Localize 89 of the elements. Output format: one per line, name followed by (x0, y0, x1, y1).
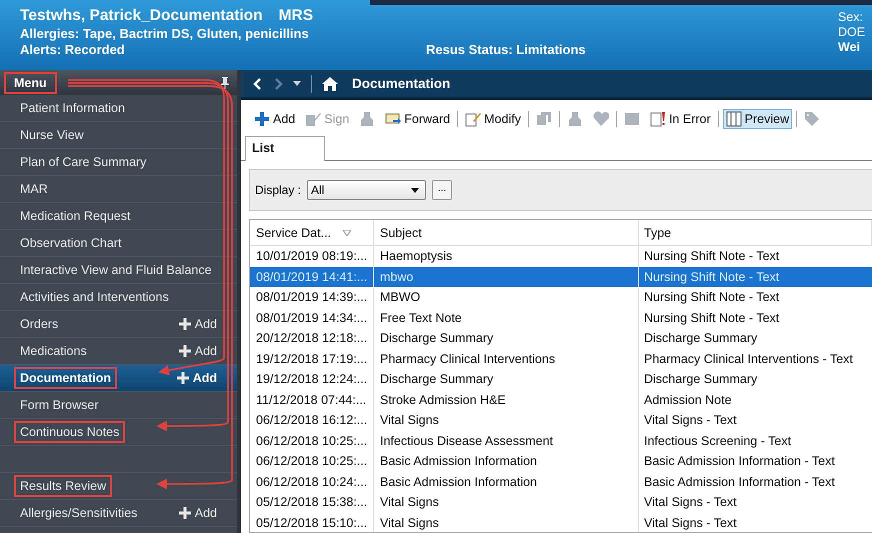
menu-item-label[interactable]: Medications (14, 340, 93, 362)
resus-status-text: Resus Status: Limitations (426, 42, 586, 57)
menu-item-label[interactable]: Documentation (14, 367, 117, 389)
menu-item-label[interactable]: Results Review (14, 475, 112, 497)
document-pen-icon (465, 111, 482, 127)
table-row[interactable]: 20/12/2018 12:18:... Discharge Summary Discharge Summary (250, 328, 872, 348)
patient-name: Testwhs, Patrick_Documentation (20, 7, 263, 24)
column-header[interactable]: Subject (374, 220, 639, 245)
unit-label: MRS (278, 7, 314, 24)
back-icon[interactable] (253, 78, 263, 90)
table-row[interactable]: 05/12/2018 15:10:... Vital Signs Vital Signs - Text (250, 512, 872, 532)
table-row[interactable]: 08/01/2019 14:34:... Free Text Note Nursing Shift Note - Text (250, 308, 872, 328)
table-row[interactable]: 06/12/2018 10:24:... Basic Admission Information Basic Admission Information - Text (250, 472, 872, 492)
sort-icon[interactable] (343, 230, 352, 236)
list-tab[interactable]: List (245, 136, 326, 161)
table-row[interactable]: 08/01/2019 14:39:... MBWO Nursing Shift Note - Text (250, 287, 872, 308)
menu-item[interactable]: Nurse View (0, 122, 237, 149)
menu-item[interactable]: Plan of Care Summary (0, 149, 237, 176)
menu-item[interactable]: MAR (0, 176, 237, 203)
menu-item-label[interactable]: Continuous Notes (14, 421, 126, 443)
dropdown-icon[interactable] (293, 81, 301, 86)
menu-item[interactable]: Orders Add (0, 311, 237, 338)
forward-icon[interactable] (273, 78, 283, 90)
plus-icon[interactable] (178, 507, 191, 519)
document-exclamation-icon (650, 111, 666, 127)
table-row[interactable]: 11/12/2018 07:44:... Stroke Admission H&E Admission Note (250, 390, 872, 410)
menu-item-label[interactable]: Plan of Care Summary (14, 151, 152, 173)
menu-item-label[interactable]: Medication Request (14, 205, 136, 227)
toolbar-button[interactable]: Forward (382, 109, 454, 129)
display-label: Display : (255, 183, 302, 197)
menu-item-label[interactable]: Patient Information (14, 97, 131, 119)
table-row[interactable]: 19/12/2018 12:24:... Discharge Summary Discharge Summary (250, 369, 872, 390)
column-header[interactable]: Service Dat... (250, 220, 374, 245)
toolbar-button[interactable]: In Error (646, 109, 714, 129)
plus-icon (254, 111, 270, 127)
square-icon (624, 111, 640, 127)
menu-item-label[interactable]: Interactive View and Fluid Balance (14, 259, 218, 281)
table-row[interactable]: 06/12/2018 10:25:... Basic Admission Information Basic Admission Information - Text (250, 451, 872, 472)
alerts-text: Alerts: Recorded (20, 42, 126, 57)
menu-title: Menu (4, 72, 57, 94)
tag-icon (804, 111, 820, 127)
home-icon[interactable] (322, 76, 338, 90)
banner-label: DOE (838, 25, 866, 39)
table-row[interactable]: 05/12/2018 15:38:... Vital Signs Vital Signs - Text (250, 492, 872, 512)
menu-item-label[interactable]: Allergies/Sensitivities (14, 502, 144, 524)
menu-item[interactable]: Results Review (0, 473, 237, 500)
documents-icon (536, 111, 552, 127)
envelope-arrow-icon (385, 111, 402, 127)
banner-label: Sex: (838, 10, 864, 24)
menu-item-label[interactable]: Nurse View (14, 124, 90, 146)
add-link[interactable]: Add (192, 371, 217, 385)
menu-item-label[interactable]: Form Browser (14, 394, 104, 416)
table-row[interactable]: 06/12/2018 10:25:... Infectious Disease Assessment Infectious Screening - Text (250, 430, 872, 451)
menu-item[interactable]: Observation Chart (0, 230, 237, 257)
table-row[interactable]: 08/01/2019 14:41:... mbwo Nursing Shift Note - Text (250, 266, 872, 287)
banner-label: Wei (838, 40, 861, 54)
menu-item-label[interactable]: Observation Chart (14, 232, 128, 254)
menu-item-label[interactable]: MAR (14, 178, 54, 200)
toolbar-button[interactable]: Preview (722, 109, 792, 129)
menu-item[interactable]: Continuous Notes (0, 419, 237, 446)
menu-item[interactable]: Documentation Add (0, 365, 237, 392)
menu-item[interactable]: Form Browser (0, 392, 237, 419)
toolbar-button[interactable]: Add (251, 109, 298, 129)
table-row[interactable]: 06/12/2018 16:12:... Vital Signs Vital Signs - Text (250, 410, 872, 430)
columns-icon (726, 111, 742, 127)
menu-item[interactable]: Activities and Interventions (0, 284, 237, 311)
display-dropdown[interactable]: All (307, 180, 426, 200)
pen-icon (305, 111, 322, 127)
toolbar-button[interactable]: Modify (462, 109, 524, 129)
menu-item-label[interactable]: Activities and Interventions (14, 286, 175, 308)
menu-item-label[interactable]: Orders (14, 313, 64, 335)
pin-icon[interactable] (221, 76, 229, 88)
more-button[interactable]: ... (432, 180, 452, 200)
plus-icon[interactable] (178, 318, 191, 330)
add-link[interactable]: Add (194, 344, 217, 358)
plus-icon[interactable] (176, 372, 189, 384)
table-row[interactable]: 19/12/2018 17:19:... Pharmacy Clinical Interventions Pharmacy Clinical Interventions - Text (250, 348, 872, 369)
dropdown-arrow-icon[interactable] (411, 188, 420, 192)
add-link[interactable]: Add (194, 506, 217, 520)
page-title: Documentation (352, 76, 450, 91)
allergies-text: Allergies: Tape, Bactrim DS, Gluten, penicillins (20, 26, 310, 41)
menu-item[interactable]: Patient Information (0, 95, 237, 122)
plus-icon[interactable] (178, 345, 191, 357)
column-header[interactable]: Type (639, 220, 872, 245)
menu-item[interactable]: Medication Request (0, 203, 237, 230)
heart-icon (592, 111, 609, 127)
add-link[interactable]: Add (194, 317, 217, 331)
menu-item[interactable]: Allergies/Sensitivities Add (0, 500, 237, 527)
menu-item[interactable]: Interactive View and Fluid Balance (0, 257, 237, 284)
